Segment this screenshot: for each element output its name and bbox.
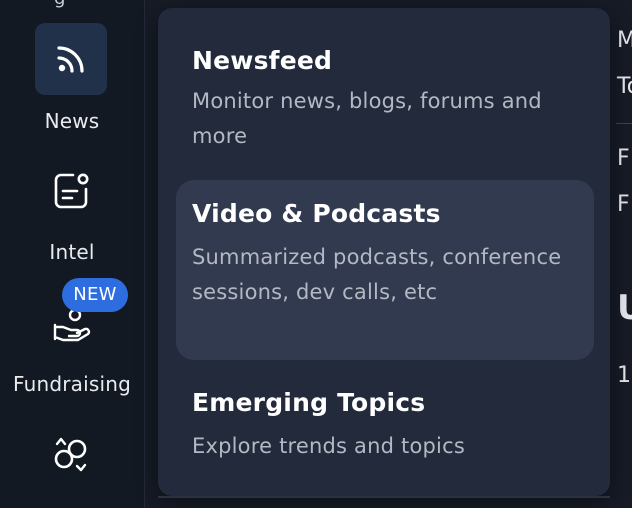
background-text: F (617, 146, 630, 171)
rss-icon (35, 23, 107, 95)
menu-item-video-podcasts[interactable]: Video & Podcasts Summarized podcasts, co… (176, 180, 594, 360)
menu-item-newsfeed[interactable]: Newsfeed Monitor news, blogs, forums and… (176, 32, 594, 162)
background-text: 10 (617, 363, 632, 388)
sidebar-item-more[interactable] (0, 420, 144, 508)
menu-item-title: Video & Podcasts (192, 199, 441, 228)
news-dropdown-menu: Newsfeed Monitor news, blogs, forums and… (158, 8, 610, 496)
menu-item-description: Summarized podcasts, conference sessions… (192, 245, 562, 304)
new-badge: NEW (62, 278, 128, 312)
panel-bottom-edge (158, 496, 610, 498)
menu-item-description: Monitor news, blogs, forums and more (192, 89, 542, 148)
sidebar-item-news[interactable]: News (0, 22, 144, 142)
menu-item-description: Explore trends and topics (192, 434, 465, 458)
menu-item-title: Newsfeed (192, 46, 333, 75)
background-text: To (617, 74, 632, 99)
circles-sync-icon (35, 418, 107, 490)
sidebar-item-label: News (44, 109, 100, 133)
sidebar: g News Intel (0, 0, 145, 508)
menu-item-title: Emerging Topics (192, 388, 426, 417)
background-text: M (617, 28, 632, 53)
sidebar-item-label: Intel (49, 240, 95, 264)
sidebar-item-intel[interactable]: Intel (0, 160, 144, 270)
sidebar-item-label: Fundraising (12, 372, 132, 396)
sidebar-cut-label: g (54, 0, 65, 9)
menu-item-emerging-topics[interactable]: Emerging Topics Explore trends and topic… (176, 374, 594, 474)
background-heading: U (617, 288, 632, 328)
background-text: F (617, 192, 630, 217)
background-divider (616, 123, 632, 124)
note-icon (35, 155, 107, 227)
